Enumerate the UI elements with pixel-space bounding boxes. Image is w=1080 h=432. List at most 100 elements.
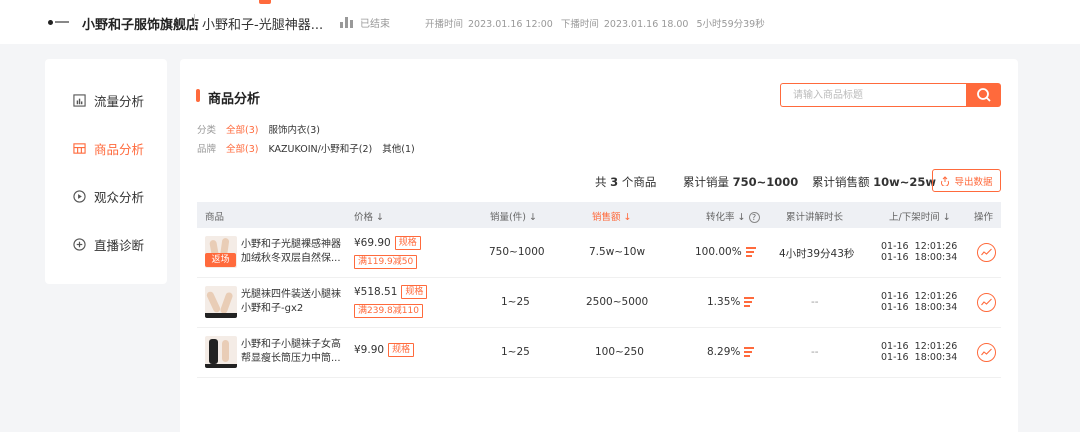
category-filter: 分类 全部(3) 服饰内衣(3) bbox=[197, 122, 320, 136]
product-name-line2: 小野和子-gx2 bbox=[241, 303, 304, 314]
start-time: 2023.01.16 12:00 bbox=[468, 19, 553, 30]
product-name-line2: 帮显瘦长筒压力中筒... bbox=[241, 353, 341, 364]
start-label: 开播时间 bbox=[425, 19, 464, 30]
goods-icon bbox=[73, 143, 86, 154]
search-input[interactable] bbox=[780, 83, 966, 107]
col-shelf-time[interactable]: 上/下架时间 ↓ bbox=[889, 209, 951, 223]
export-label: 导出数据 bbox=[954, 176, 993, 188]
funnel-lines-icon[interactable] bbox=[745, 247, 756, 257]
sort-down-icon: ↓ bbox=[623, 212, 632, 223]
sort-down-icon: ↓ bbox=[528, 212, 537, 223]
shelf-time-cell: 01-16 12:01:26 01-16 18:00:34 bbox=[881, 341, 958, 363]
brand-label: 品牌 bbox=[197, 144, 217, 155]
funnel-lines-icon[interactable] bbox=[744, 347, 755, 357]
shop-logo bbox=[48, 18, 70, 26]
export-button[interactable]: 导出数据 bbox=[932, 169, 1001, 192]
product-name[interactable]: 光腿袜四件装送小腿袜 小野和子-gx2 bbox=[241, 288, 345, 316]
sort-down-icon: ↓ bbox=[942, 212, 951, 223]
col-explain: 累计讲解时长 bbox=[786, 212, 844, 223]
chart-box-icon bbox=[73, 94, 86, 107]
table-row[interactable]: 光腿袜四件装送小腿袜 小野和子-gx2 ¥518.51 规格 满239.8减11… bbox=[197, 278, 1001, 328]
search-box bbox=[780, 83, 1001, 107]
live-times: 开播时间 2023.01.16 12:00 下播时间 2023.01.16 18.0… bbox=[425, 16, 770, 30]
active-tab-indicator bbox=[259, 0, 271, 4]
spec-tag[interactable]: 规格 bbox=[401, 285, 428, 299]
back-on-stage-badge: 返场 bbox=[205, 253, 236, 267]
price-value: ¥9.90 bbox=[354, 344, 385, 356]
amount-cell: 7.5w~10w bbox=[589, 246, 646, 258]
sidebar-item-label: 观众分析 bbox=[94, 190, 145, 205]
total-sales: 累计销量 750~1000 bbox=[683, 174, 798, 190]
product-name-line2: 加绒秋冬双层自然保... bbox=[241, 253, 341, 264]
category-option-all[interactable]: 全部(3) bbox=[226, 122, 258, 136]
trend-line-icon bbox=[981, 248, 992, 256]
sales-cell: 750~1000 bbox=[489, 246, 545, 258]
trend-button[interactable] bbox=[977, 293, 996, 312]
product-name-line1: 光腿袜四件装送小腿袜 bbox=[241, 289, 341, 300]
amount-cell: 2500~5000 bbox=[586, 296, 649, 308]
col-sales-label: 销量(件) bbox=[490, 212, 526, 223]
total-count: 3 bbox=[610, 175, 619, 189]
total-amount: 累计销售额 10w~25w bbox=[812, 174, 936, 190]
spec-tag[interactable]: 规格 bbox=[388, 343, 415, 357]
col-amount[interactable]: 销售额 ↓ bbox=[592, 209, 632, 223]
shelf-time-cell: 01-16 12:01:26 01-16 18:00:34 bbox=[881, 291, 958, 313]
goods-analysis-panel: 商品分析 分类 全部(3) 服饰内衣(3) 品牌 全部(3) KAZUKOIN/… bbox=[180, 59, 1018, 432]
price-cell: ¥69.90 规格 bbox=[354, 236, 421, 250]
amount-label: 累计销售额 bbox=[812, 175, 870, 189]
col-sales[interactable]: 销量(件) ↓ bbox=[490, 209, 537, 223]
amount-cell: 100~250 bbox=[595, 346, 644, 358]
col-price-label: 价格 bbox=[354, 212, 374, 223]
col-shelf-time-label: 上/下架时间 bbox=[889, 212, 940, 223]
col-price[interactable]: 价格 ↓ bbox=[354, 209, 384, 223]
product-name[interactable]: 小野和子小腿袜子女高 帮显瘦长筒压力中筒... bbox=[241, 338, 345, 366]
col-amount-label: 销售额 bbox=[592, 212, 621, 223]
brand-option-all[interactable]: 全部(3) bbox=[226, 141, 258, 155]
funnel-lines-icon[interactable] bbox=[744, 297, 755, 307]
sort-down-icon: ↓ bbox=[376, 212, 385, 223]
product-name[interactable]: 小野和子光腿裸感神器 加绒秋冬双层自然保... bbox=[241, 238, 345, 266]
total-suffix: 个商品 bbox=[621, 175, 657, 189]
brand-option-kazukoin[interactable]: KAZUKOIN/小野和子(2) bbox=[268, 141, 372, 155]
table-header: 商品 价格 ↓ 销量(件) ↓ 销售额 ↓ 转化率 ↓ ? 累计讲解时长 上/下… bbox=[197, 202, 1001, 228]
price-cell: ¥518.51 规格 bbox=[354, 285, 428, 299]
product-thumbnail[interactable] bbox=[205, 286, 237, 318]
product-thumbnail[interactable] bbox=[205, 336, 237, 368]
sales-cell: 1~25 bbox=[501, 296, 530, 308]
plus-circle-icon bbox=[73, 238, 86, 251]
trend-button[interactable] bbox=[977, 243, 996, 262]
live-status: 已结束 bbox=[340, 15, 390, 30]
conversion-value: 100.00% bbox=[695, 246, 742, 258]
sidebar-item-traffic[interactable]: 流量分析 bbox=[73, 91, 144, 110]
sales-value: 750~1000 bbox=[732, 175, 799, 189]
sort-down-icon: ↓ bbox=[737, 212, 746, 223]
col-conversion[interactable]: 转化率 ↓ ? bbox=[706, 209, 760, 223]
explain-cell: 4小时39分43秒 bbox=[779, 248, 855, 260]
brand-option-other[interactable]: 其他(1) bbox=[382, 141, 414, 155]
table-row[interactable]: 返场 小野和子光腿裸感神器 加绒秋冬双层自然保... ¥69.90 规格 满11… bbox=[197, 228, 1001, 278]
spec-tag[interactable]: 规格 bbox=[394, 236, 421, 250]
total-goods: 共 3 个商品 bbox=[595, 174, 656, 190]
sidebar-item-diagnosis[interactable]: 直播诊断 bbox=[73, 235, 144, 254]
trend-button[interactable] bbox=[977, 343, 996, 362]
sidebar-item-audience[interactable]: 观众分析 bbox=[73, 187, 144, 206]
shop-name[interactable]: 小野和子服饰旗舰店 bbox=[82, 14, 199, 33]
amount-value: 10w~25w bbox=[873, 175, 937, 189]
price-value: ¥69.90 bbox=[354, 237, 391, 249]
coupon-tag: 满119.9减50 bbox=[354, 255, 418, 269]
help-icon[interactable]: ? bbox=[748, 212, 760, 223]
sidebar-item-goods[interactable]: 商品分析 bbox=[73, 139, 144, 158]
sales-cell: 1~25 bbox=[501, 346, 530, 358]
price-value: ¥518.51 bbox=[354, 286, 398, 298]
search-button[interactable] bbox=[966, 83, 1001, 107]
table-row[interactable]: 小野和子小腿袜子女高 帮显瘦长筒压力中筒... ¥9.90 规格 1~25 10… bbox=[197, 328, 1001, 378]
conversion-value: 1.35% bbox=[707, 296, 741, 308]
play-circle-icon bbox=[73, 190, 86, 203]
col-action: 操作 bbox=[974, 212, 994, 223]
category-option-apparel[interactable]: 服饰内衣(3) bbox=[268, 122, 319, 136]
export-icon bbox=[941, 175, 950, 186]
live-title[interactable]: 小野和子-光腿神器... bbox=[202, 14, 323, 33]
top-bar: 小野和子服饰旗舰店 小野和子-光腿神器... 已结束 开播时间 2023.01.1… bbox=[0, 0, 1080, 44]
page-title: 商品分析 bbox=[208, 92, 261, 107]
sidebar-item-label: 流量分析 bbox=[94, 94, 145, 109]
